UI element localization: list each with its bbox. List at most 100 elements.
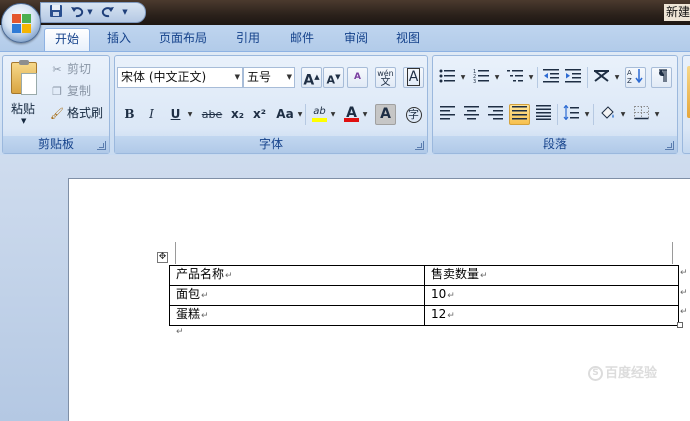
tab-references[interactable]: 引用 (228, 28, 268, 51)
copy-button[interactable]: ❐ 复制 (49, 82, 91, 100)
character-border-icon: A (406, 68, 421, 86)
case-dropdown-icon[interactable]: ▼ (296, 104, 304, 125)
font-name-combo[interactable]: 宋体 (中文正文) ▼ (117, 67, 243, 88)
cell-end-mark-icon: ↵ (201, 311, 209, 321)
cell-end-mark-icon: ↵ (201, 291, 209, 301)
customize-qat-icon[interactable]: ▼ (121, 4, 129, 21)
table-cell[interactable]: 10↵ (424, 285, 679, 306)
borders-dropdown-icon[interactable]: ▼ (653, 104, 661, 125)
paragraph-group-label: 段落 (433, 136, 677, 153)
table-cell[interactable]: 蛋糕↵ (169, 305, 425, 326)
font-color-swatch (344, 118, 359, 122)
tab-mailings[interactable]: 邮件 (282, 28, 322, 51)
paragraph-launcher-icon[interactable] (665, 141, 674, 150)
font-color-button[interactable]: A (341, 104, 362, 125)
watermark-logo-icon: S (588, 366, 603, 381)
increase-indent-icon[interactable] (563, 67, 584, 88)
crop-mark (672, 242, 673, 264)
bullets-dropdown-icon[interactable]: ▼ (459, 67, 467, 88)
decrease-indent-icon[interactable] (541, 67, 562, 88)
office-button[interactable] (1, 3, 41, 43)
highlight-button[interactable]: ab (309, 104, 330, 125)
show-paragraph-marks-icon[interactable] (651, 67, 672, 88)
tab-page-layout[interactable]: 页面布局 (152, 28, 214, 51)
clear-formatting-icon: A (354, 72, 361, 82)
font-launcher-icon[interactable] (415, 141, 424, 150)
distributed-icon[interactable] (533, 104, 554, 125)
quick-access-toolbar: ▼ ▼ (40, 2, 146, 23)
font-group: 宋体 (中文正文) ▼ 五号 ▼ A▲ A▼ A wén 文 A B I U ▼ … (114, 55, 428, 154)
bullets-icon[interactable] (437, 67, 458, 88)
line-spacing-icon[interactable] (561, 104, 582, 125)
document-table[interactable]: 产品名称↵ 售卖数量↵ 面包↵ 10↵ 蛋糕↵ 12↵ (169, 265, 679, 326)
cell-end-mark-icon: ↵ (225, 271, 233, 281)
format-painter-button[interactable]: 🖌 格式刷 (49, 104, 103, 122)
underline-button[interactable]: U (165, 104, 186, 125)
bold-button[interactable]: B (119, 104, 140, 125)
cut-button[interactable]: ✂ 剪切 (49, 60, 91, 78)
font-color-dropdown-icon[interactable]: ▼ (361, 104, 369, 125)
paste-icon[interactable] (11, 60, 37, 95)
underline-dropdown-icon[interactable]: ▼ (186, 104, 194, 125)
multilevel-dropdown-icon[interactable]: ▼ (527, 67, 535, 88)
row-end-mark-icon: ↵ (680, 268, 688, 278)
table-cell[interactable]: 售卖数量↵ (424, 265, 679, 286)
character-border-button[interactable]: A (403, 67, 424, 88)
clipboard-launcher-icon[interactable] (97, 141, 106, 150)
change-case-button[interactable]: Aa (273, 104, 297, 125)
clear-formatting-button[interactable]: A (347, 67, 368, 88)
redo-icon[interactable] (99, 4, 117, 21)
paragraph-group: ▼ 123 ▼ ▼ ▼ AZ ▼ ▼ ▼ 段落 (432, 55, 678, 154)
highlight-dropdown-icon[interactable]: ▼ (329, 104, 337, 125)
table-move-handle-icon[interactable]: ✥ (157, 252, 168, 263)
borders-icon[interactable] (631, 104, 652, 125)
subscript-button[interactable]: x₂ (227, 104, 248, 125)
svg-text:A: A (627, 69, 632, 77)
phonetic-guide-button[interactable]: wén 文 (375, 67, 396, 88)
table-cell[interactable]: 产品名称↵ (169, 265, 425, 286)
save-icon[interactable] (47, 4, 65, 21)
tab-view[interactable]: 视图 (388, 28, 428, 51)
cell-end-mark-icon: ↵ (447, 311, 455, 321)
font-name-value: 宋体 (中文正文) (121, 70, 207, 84)
numbering-dropdown-icon[interactable]: ▼ (493, 67, 501, 88)
paste-dropdown-icon[interactable]: ▼ (21, 117, 26, 125)
italic-button[interactable]: I (141, 104, 162, 125)
multilevel-list-icon[interactable] (505, 67, 526, 88)
table-cell[interactable]: 面包↵ (169, 285, 425, 306)
table-resize-handle-icon[interactable] (677, 322, 683, 328)
shading-dropdown-icon[interactable]: ▼ (619, 104, 627, 125)
paste-button[interactable]: 粘贴 (11, 100, 35, 117)
undo-icon[interactable] (68, 4, 86, 21)
sort-icon[interactable]: AZ (625, 67, 646, 88)
undo-dropdown-icon[interactable]: ▼ (86, 4, 94, 21)
justify-icon[interactable] (509, 104, 530, 125)
grow-font-button[interactable]: A▲ (301, 67, 322, 89)
tab-home[interactable]: 开始 (44, 28, 90, 51)
strikethrough-button[interactable]: abe (199, 104, 225, 125)
line-spacing-dropdown-icon[interactable]: ▼ (583, 104, 591, 125)
table-row: 蛋糕↵ 12↵ (169, 305, 679, 326)
format-painter-label: 格式刷 (67, 106, 104, 120)
paragraph-mark-icon: ↵ (176, 327, 184, 337)
row-end-mark-icon: ↵ (680, 288, 688, 298)
align-right-icon[interactable] (485, 104, 506, 125)
align-left-icon[interactable] (437, 104, 458, 125)
font-size-combo[interactable]: 五号 ▼ (243, 67, 295, 88)
phonetic-char-icon: 文 (380, 77, 391, 88)
superscript-button[interactable]: x² (249, 104, 270, 125)
shading-icon[interactable] (597, 104, 618, 125)
chinese-layout-dropdown-icon[interactable]: ▼ (613, 67, 621, 88)
character-shading-button[interactable]: A (375, 104, 396, 125)
clipboard-group-label: 剪贴板 (3, 136, 109, 153)
numbering-icon[interactable]: 123 (471, 67, 492, 88)
separator (557, 104, 558, 125)
chinese-layout-icon[interactable] (591, 67, 612, 88)
table-cell[interactable]: 12↵ (424, 305, 679, 326)
shrink-font-button[interactable]: A▼ (323, 67, 344, 88)
align-center-icon[interactable] (461, 104, 482, 125)
tab-review[interactable]: 审阅 (336, 28, 376, 51)
tab-insert[interactable]: 插入 (100, 28, 138, 51)
ribbon-tab-bar: 开始 插入 页面布局 引用 邮件 审阅 视图 (0, 25, 690, 51)
enclose-characters-button[interactable]: 字 (403, 104, 424, 125)
